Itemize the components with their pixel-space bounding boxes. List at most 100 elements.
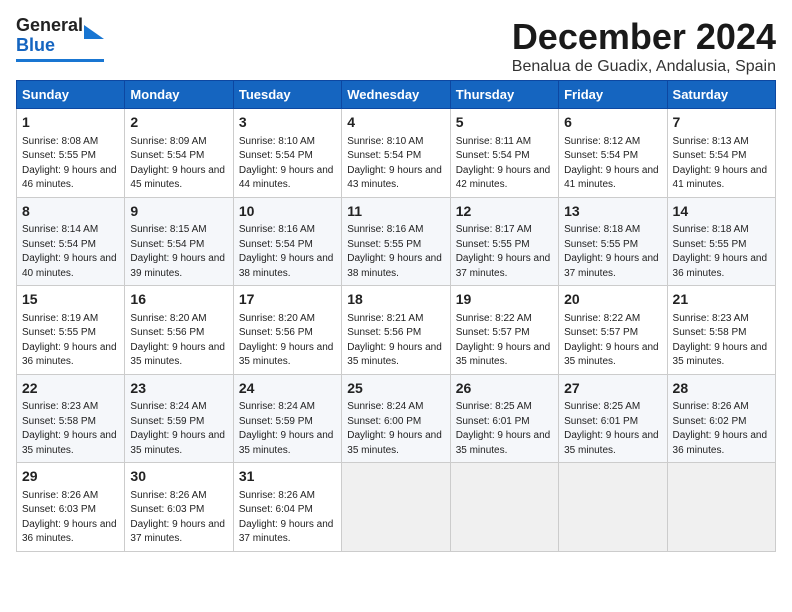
day-number: 14: [673, 202, 770, 222]
calendar-cell: 24Sunrise: 8:24 AM Sunset: 5:59 PM Dayli…: [233, 374, 341, 463]
cell-info: Sunrise: 8:08 AM Sunset: 5:55 PM Dayligh…: [22, 135, 119, 193]
calendar-cell: 7Sunrise: 8:13 AM Sunset: 5:54 PM Daylig…: [667, 109, 775, 198]
calendar-week-row: 15Sunrise: 8:19 AM Sunset: 5:55 PM Dayli…: [17, 286, 776, 375]
cell-info: Sunrise: 8:16 AM Sunset: 5:54 PM Dayligh…: [239, 223, 336, 281]
day-number: 28: [673, 379, 770, 399]
day-number: 8: [22, 202, 119, 222]
cell-info: Sunrise: 8:24 AM Sunset: 5:59 PM Dayligh…: [130, 400, 227, 458]
calendar-cell: 27Sunrise: 8:25 AM Sunset: 6:01 PM Dayli…: [559, 374, 667, 463]
col-header-friday: Friday: [559, 81, 667, 109]
calendar-header-row: SundayMondayTuesdayWednesdayThursdayFrid…: [17, 81, 776, 109]
calendar-cell: 5Sunrise: 8:11 AM Sunset: 5:54 PM Daylig…: [450, 109, 558, 198]
cell-info: Sunrise: 8:26 AM Sunset: 6:03 PM Dayligh…: [130, 489, 227, 547]
day-number: 10: [239, 202, 336, 222]
day-number: 3: [239, 113, 336, 133]
calendar-cell: 15Sunrise: 8:19 AM Sunset: 5:55 PM Dayli…: [17, 286, 125, 375]
day-number: 12: [456, 202, 553, 222]
title-block: December 2024 Benalua de Guadix, Andalus…: [512, 16, 776, 76]
cell-info: Sunrise: 8:16 AM Sunset: 5:55 PM Dayligh…: [347, 223, 444, 281]
calendar-cell: 9Sunrise: 8:15 AM Sunset: 5:54 PM Daylig…: [125, 197, 233, 286]
day-number: 25: [347, 379, 444, 399]
day-number: 16: [130, 290, 227, 310]
page-header: General Blue December 2024 Benalua de Gu…: [16, 16, 776, 76]
location-subtitle: Benalua de Guadix, Andalusia, Spain: [512, 58, 776, 76]
cell-info: Sunrise: 8:22 AM Sunset: 5:57 PM Dayligh…: [564, 312, 661, 370]
calendar-cell: 29Sunrise: 8:26 AM Sunset: 6:03 PM Dayli…: [17, 463, 125, 552]
calendar-cell: 28Sunrise: 8:26 AM Sunset: 6:02 PM Dayli…: [667, 374, 775, 463]
calendar-cell: 14Sunrise: 8:18 AM Sunset: 5:55 PM Dayli…: [667, 197, 775, 286]
day-number: 9: [130, 202, 227, 222]
col-header-saturday: Saturday: [667, 81, 775, 109]
col-header-monday: Monday: [125, 81, 233, 109]
calendar-cell: 1Sunrise: 8:08 AM Sunset: 5:55 PM Daylig…: [17, 109, 125, 198]
cell-info: Sunrise: 8:13 AM Sunset: 5:54 PM Dayligh…: [673, 135, 770, 193]
calendar-table: SundayMondayTuesdayWednesdayThursdayFrid…: [16, 80, 776, 552]
day-number: 29: [22, 467, 119, 487]
cell-info: Sunrise: 8:11 AM Sunset: 5:54 PM Dayligh…: [456, 135, 553, 193]
cell-info: Sunrise: 8:18 AM Sunset: 5:55 PM Dayligh…: [564, 223, 661, 281]
day-number: 30: [130, 467, 227, 487]
calendar-cell: 23Sunrise: 8:24 AM Sunset: 5:59 PM Dayli…: [125, 374, 233, 463]
day-number: 4: [347, 113, 444, 133]
day-number: 26: [456, 379, 553, 399]
cell-info: Sunrise: 8:24 AM Sunset: 5:59 PM Dayligh…: [239, 400, 336, 458]
calendar-cell: 22Sunrise: 8:23 AM Sunset: 5:58 PM Dayli…: [17, 374, 125, 463]
calendar-cell: 12Sunrise: 8:17 AM Sunset: 5:55 PM Dayli…: [450, 197, 558, 286]
calendar-week-row: 8Sunrise: 8:14 AM Sunset: 5:54 PM Daylig…: [17, 197, 776, 286]
cell-info: Sunrise: 8:23 AM Sunset: 5:58 PM Dayligh…: [673, 312, 770, 370]
calendar-cell: [342, 463, 450, 552]
calendar-cell: 20Sunrise: 8:22 AM Sunset: 5:57 PM Dayli…: [559, 286, 667, 375]
month-year-title: December 2024: [512, 16, 776, 58]
day-number: 18: [347, 290, 444, 310]
day-number: 11: [347, 202, 444, 222]
calendar-cell: 17Sunrise: 8:20 AM Sunset: 5:56 PM Dayli…: [233, 286, 341, 375]
logo: General Blue: [16, 16, 104, 62]
logo-general: General: [16, 16, 83, 36]
col-header-thursday: Thursday: [450, 81, 558, 109]
cell-info: Sunrise: 8:15 AM Sunset: 5:54 PM Dayligh…: [130, 223, 227, 281]
calendar-cell: 6Sunrise: 8:12 AM Sunset: 5:54 PM Daylig…: [559, 109, 667, 198]
day-number: 31: [239, 467, 336, 487]
calendar-cell: [667, 463, 775, 552]
day-number: 17: [239, 290, 336, 310]
calendar-cell: 26Sunrise: 8:25 AM Sunset: 6:01 PM Dayli…: [450, 374, 558, 463]
calendar-cell: 18Sunrise: 8:21 AM Sunset: 5:56 PM Dayli…: [342, 286, 450, 375]
col-header-sunday: Sunday: [17, 81, 125, 109]
day-number: 2: [130, 113, 227, 133]
logo-arrow-icon: [84, 33, 104, 39]
cell-info: Sunrise: 8:18 AM Sunset: 5:55 PM Dayligh…: [673, 223, 770, 281]
calendar-cell: 10Sunrise: 8:16 AM Sunset: 5:54 PM Dayli…: [233, 197, 341, 286]
day-number: 22: [22, 379, 119, 399]
calendar-cell: 31Sunrise: 8:26 AM Sunset: 6:04 PM Dayli…: [233, 463, 341, 552]
day-number: 21: [673, 290, 770, 310]
cell-info: Sunrise: 8:26 AM Sunset: 6:04 PM Dayligh…: [239, 489, 336, 547]
calendar-cell: 13Sunrise: 8:18 AM Sunset: 5:55 PM Dayli…: [559, 197, 667, 286]
cell-info: Sunrise: 8:20 AM Sunset: 5:56 PM Dayligh…: [130, 312, 227, 370]
cell-info: Sunrise: 8:25 AM Sunset: 6:01 PM Dayligh…: [564, 400, 661, 458]
day-number: 27: [564, 379, 661, 399]
calendar-week-row: 29Sunrise: 8:26 AM Sunset: 6:03 PM Dayli…: [17, 463, 776, 552]
day-number: 5: [456, 113, 553, 133]
calendar-cell: 21Sunrise: 8:23 AM Sunset: 5:58 PM Dayli…: [667, 286, 775, 375]
day-number: 1: [22, 113, 119, 133]
day-number: 13: [564, 202, 661, 222]
cell-info: Sunrise: 8:25 AM Sunset: 6:01 PM Dayligh…: [456, 400, 553, 458]
day-number: 20: [564, 290, 661, 310]
cell-info: Sunrise: 8:19 AM Sunset: 5:55 PM Dayligh…: [22, 312, 119, 370]
calendar-cell: 4Sunrise: 8:10 AM Sunset: 5:54 PM Daylig…: [342, 109, 450, 198]
cell-info: Sunrise: 8:23 AM Sunset: 5:58 PM Dayligh…: [22, 400, 119, 458]
calendar-week-row: 1Sunrise: 8:08 AM Sunset: 5:55 PM Daylig…: [17, 109, 776, 198]
logo-underline: [16, 59, 104, 62]
calendar-cell: 25Sunrise: 8:24 AM Sunset: 6:00 PM Dayli…: [342, 374, 450, 463]
cell-info: Sunrise: 8:20 AM Sunset: 5:56 PM Dayligh…: [239, 312, 336, 370]
cell-info: Sunrise: 8:14 AM Sunset: 5:54 PM Dayligh…: [22, 223, 119, 281]
cell-info: Sunrise: 8:09 AM Sunset: 5:54 PM Dayligh…: [130, 135, 227, 193]
calendar-week-row: 22Sunrise: 8:23 AM Sunset: 5:58 PM Dayli…: [17, 374, 776, 463]
col-header-wednesday: Wednesday: [342, 81, 450, 109]
cell-info: Sunrise: 8:22 AM Sunset: 5:57 PM Dayligh…: [456, 312, 553, 370]
calendar-cell: [450, 463, 558, 552]
day-number: 24: [239, 379, 336, 399]
cell-info: Sunrise: 8:10 AM Sunset: 5:54 PM Dayligh…: [347, 135, 444, 193]
calendar-cell: [559, 463, 667, 552]
cell-info: Sunrise: 8:26 AM Sunset: 6:03 PM Dayligh…: [22, 489, 119, 547]
